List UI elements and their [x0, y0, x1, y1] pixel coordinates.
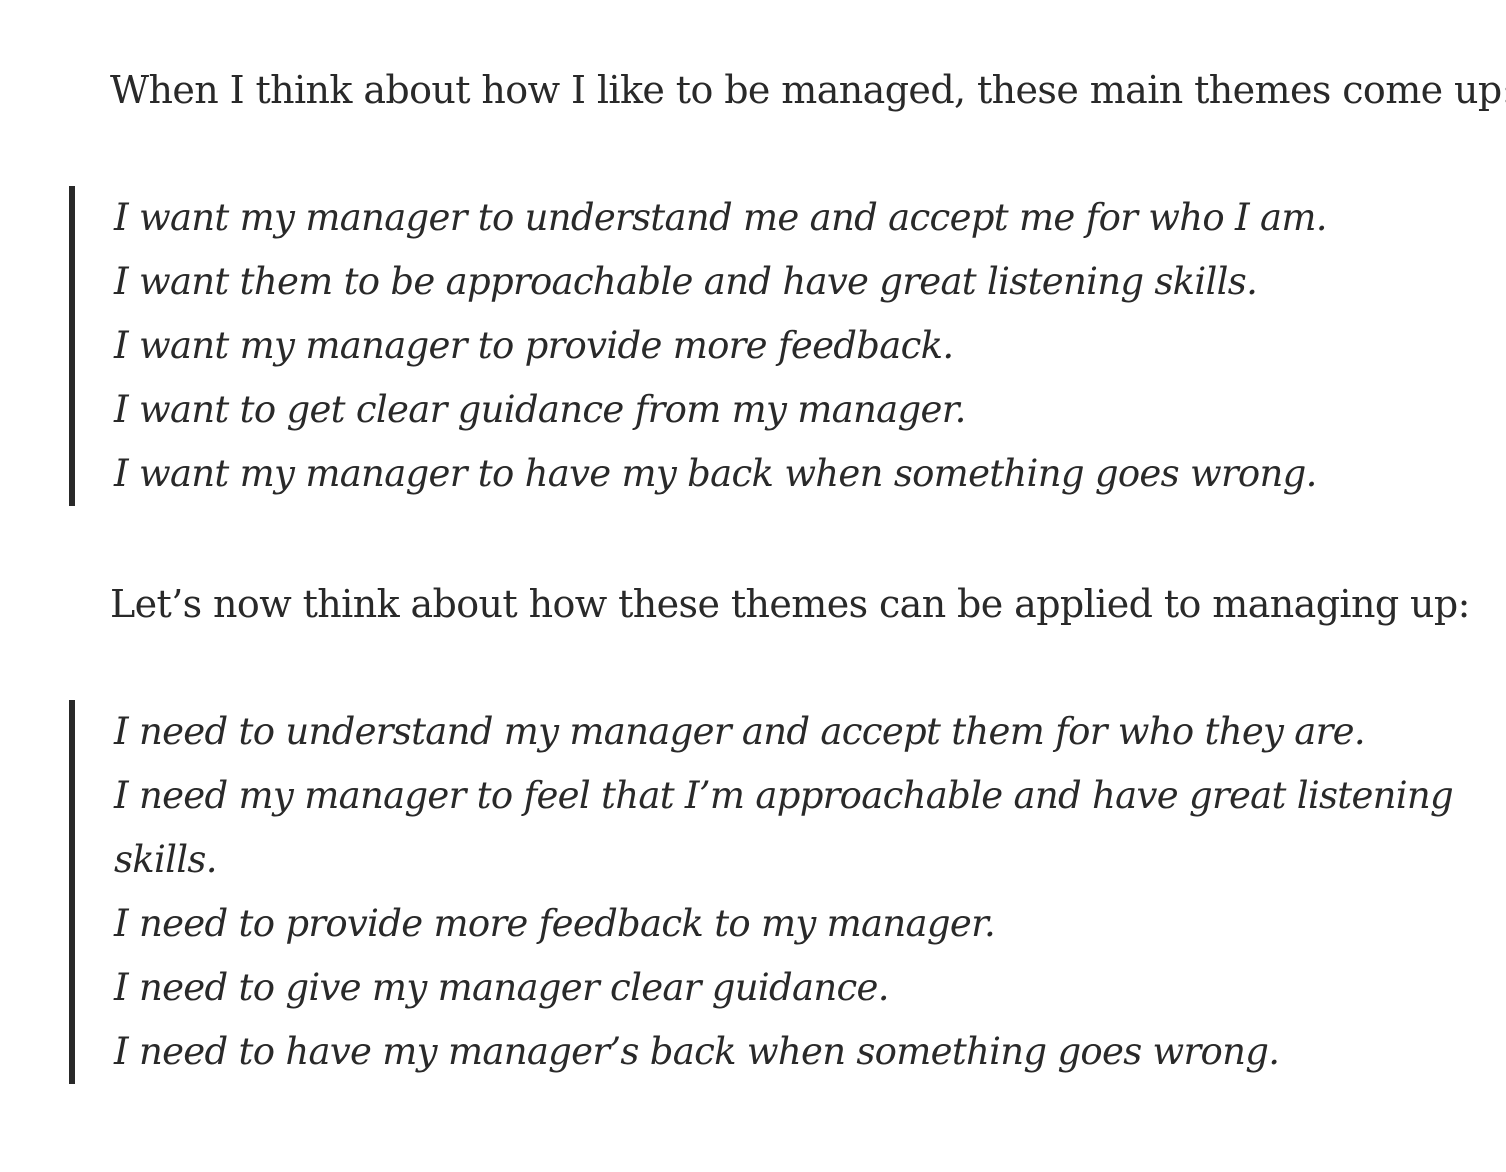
quote-line: I want my manager to have my back when s… [114, 452, 1317, 495]
quote-line: I need my manager to feel that I’m appro… [114, 774, 1454, 817]
quote-line: I want them to be approachable and have … [114, 260, 1258, 303]
quote-line: I want my manager to provide more feedba… [114, 324, 954, 367]
quote-line: skills. [114, 838, 217, 881]
quote-line: I want to get clear guidance from my man… [114, 388, 966, 431]
intro-paragraph: When I think about how I like to be mana… [110, 68, 1506, 112]
quote-line: I need to have my manager’s back when so… [114, 1030, 1280, 1073]
quote-line: I need to understand my manager and acce… [114, 710, 1366, 753]
transition-paragraph: Let’s now think about how these themes c… [110, 582, 1470, 626]
quote-line: I need to give my manager clear guidance… [114, 966, 890, 1009]
quote-line: I need to provide more feedback to my ma… [114, 902, 996, 945]
blockquote-managing-up: I need to understand my manager and acce… [69, 700, 1454, 1084]
blockquote-manager-wants: I want my manager to understand me and a… [69, 186, 1327, 506]
quote-line: I want my manager to understand me and a… [114, 196, 1327, 239]
